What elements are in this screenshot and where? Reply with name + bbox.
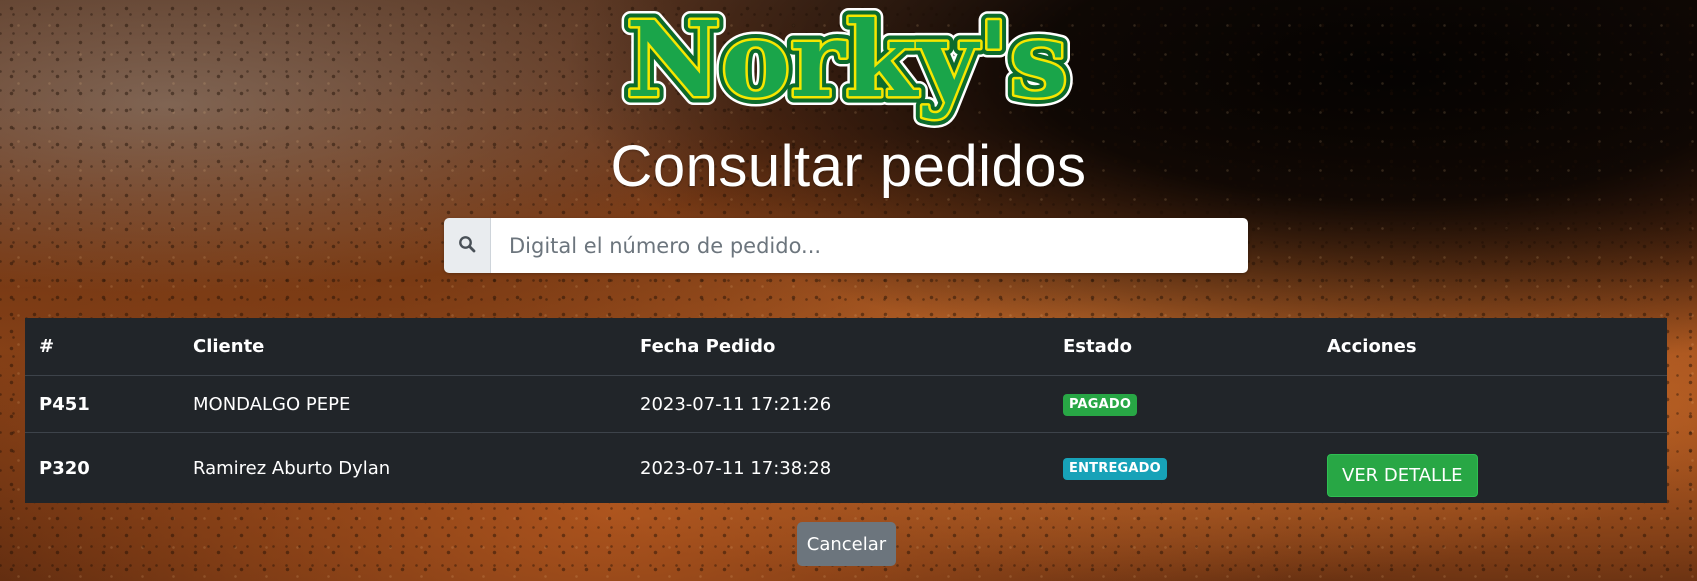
- search-icon: [458, 235, 476, 257]
- header-estado: Estado: [1049, 318, 1313, 376]
- page-title: Consultar pedidos: [610, 134, 1087, 199]
- order-id: P451: [25, 375, 179, 433]
- brand-logo-graphic: Norky's Norky's Norky's Norky's: [617, 0, 1077, 130]
- order-acciones-cell: [1313, 375, 1667, 433]
- table-row: P451 MONDALGO PEPE 2023-07-11 17:21:26 P…: [25, 375, 1667, 433]
- header-id: #: [25, 318, 179, 376]
- order-acciones-cell: VER DETALLE: [1313, 433, 1667, 504]
- search-addon: [444, 218, 491, 273]
- brand-logo: Norky's Norky's Norky's Norky's: [592, 0, 1102, 130]
- order-cliente: Ramirez Aburto Dylan: [193, 457, 391, 479]
- orders-table: # Cliente Fecha Pedido Estado Acciones P…: [25, 318, 1667, 503]
- header-cliente: Cliente: [179, 318, 626, 376]
- search-input[interactable]: [491, 218, 1248, 273]
- table-row: P320 Ramirez Aburto Dylan 2023-07-11 17:…: [25, 433, 1667, 504]
- view-detail-button[interactable]: VER DETALLE: [1327, 453, 1478, 497]
- order-estado-cell: ENTREGADO: [1049, 433, 1313, 504]
- table-header-row: # Cliente Fecha Pedido Estado Acciones: [25, 318, 1667, 376]
- order-id: P320: [39, 457, 90, 479]
- cancel-button[interactable]: Cancelar: [797, 522, 896, 566]
- status-badge: ENTREGADO: [1063, 458, 1167, 480]
- order-estado-cell: PAGADO: [1049, 375, 1313, 433]
- svg-text:Norky's: Norky's: [626, 0, 1068, 121]
- header-fecha: Fecha Pedido: [626, 318, 1049, 376]
- status-badge: PAGADO: [1063, 394, 1138, 416]
- order-fecha: 2023-07-11 17:21:26: [626, 375, 1049, 433]
- search-bar: [444, 218, 1248, 273]
- header-acciones: Acciones: [1313, 318, 1667, 376]
- order-fecha: 2023-07-11 17:38:28: [640, 457, 832, 479]
- order-cliente: MONDALGO PEPE: [179, 375, 626, 433]
